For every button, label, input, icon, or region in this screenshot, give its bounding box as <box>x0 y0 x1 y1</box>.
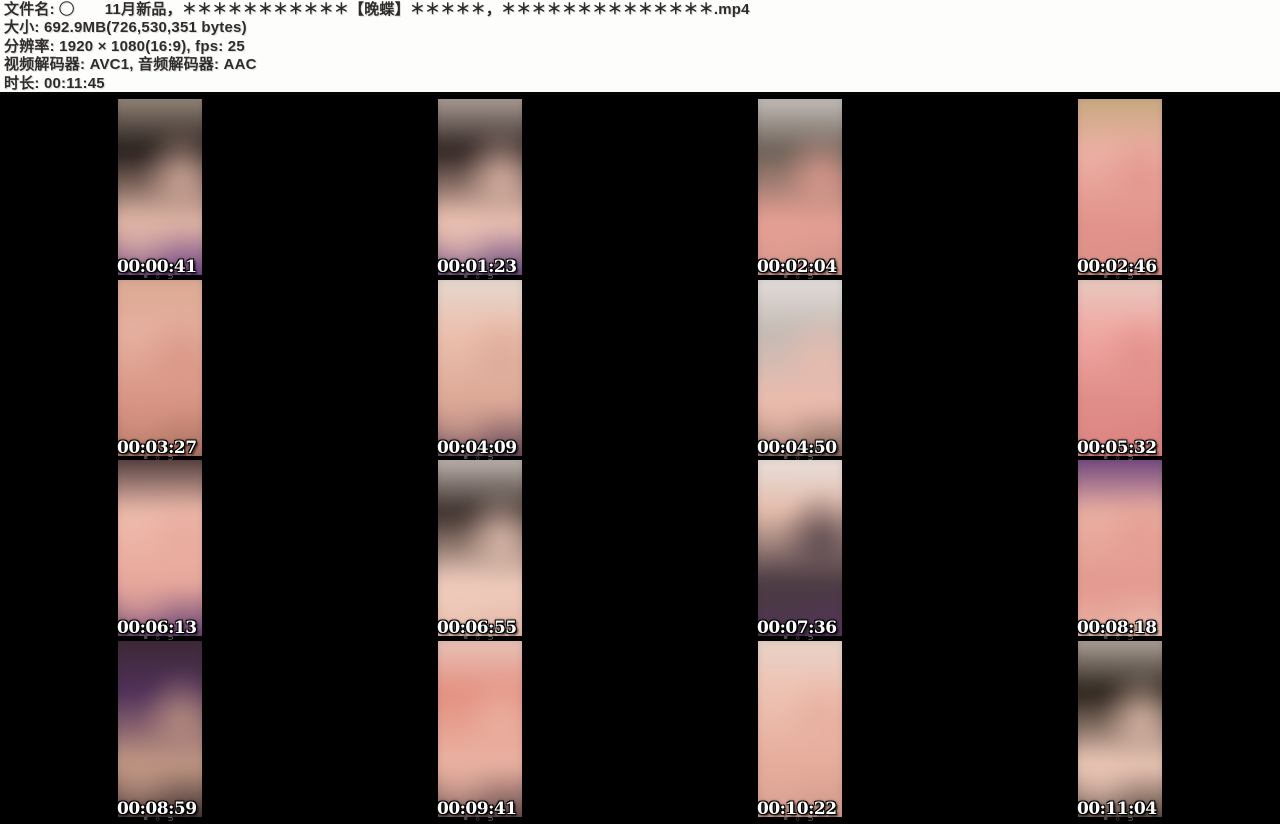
duration-line: 时长: 00:11:45 <box>4 75 1280 93</box>
video-frame-thumbnail: 00:05:32≡ ○ ⊃ <box>1078 280 1162 456</box>
frame-placeholder-art <box>118 280 202 456</box>
video-frame-thumbnail: 00:00:41≡ ○ ⊃ <box>118 99 202 275</box>
video-frame-thumbnail: 00:02:46≡ ○ ⊃ <box>1078 99 1162 275</box>
frame-placeholder-art <box>1078 641 1162 817</box>
thumbnail-cell: 00:03:27≡ ○ ⊃ <box>0 279 320 460</box>
video-frame-thumbnail: 00:01:23≡ ○ ⊃ <box>438 99 522 275</box>
video-frame-thumbnail: 00:06:13≡ ○ ⊃ <box>118 460 202 636</box>
frame-placeholder-art <box>758 280 842 456</box>
thumbnail-cell: 00:08:59≡ ○ ⊃ <box>0 640 320 821</box>
frame-placeholder-art <box>758 460 842 636</box>
video-frame-thumbnail: 00:03:27≡ ○ ⊃ <box>118 280 202 456</box>
frame-placeholder-art <box>118 460 202 636</box>
video-frame-thumbnail: 00:06:55≡ ○ ⊃ <box>438 460 522 636</box>
thumbnail-cell: 00:02:04≡ ○ ⊃ <box>640 98 960 279</box>
video-frame-thumbnail: 00:08:18≡ ○ ⊃ <box>1078 460 1162 636</box>
thumbnail-cell: 00:04:09≡ ○ ⊃ <box>320 279 640 460</box>
codec-line: 视频解码器: AVC1, 音频解码器: AAC <box>4 56 1280 74</box>
filesize-line: 大小: 692.9MB(726,530,351 bytes) <box>4 19 1280 37</box>
video-frame-thumbnail: 00:02:04≡ ○ ⊃ <box>758 99 842 275</box>
frame-placeholder-art <box>438 641 522 817</box>
frame-placeholder-art <box>1078 280 1162 456</box>
thumbnail-cell: 00:08:18≡ ○ ⊃ <box>960 459 1280 640</box>
thumbnail-cell: 00:02:46≡ ○ ⊃ <box>960 98 1280 279</box>
frame-placeholder-art <box>1078 460 1162 636</box>
frame-placeholder-art <box>118 641 202 817</box>
thumbnail-cell: 00:07:36≡ ○ ⊃ <box>640 459 960 640</box>
thumbnail-cell: 00:09:41≡ ○ ⊃ <box>320 640 640 821</box>
thumbnail-cell: 00:06:13≡ ○ ⊃ <box>0 459 320 640</box>
resolution-line: 分辨率: 1920 × 1080(16:9), fps: 25 <box>4 38 1280 56</box>
thumbnail-cell: 00:01:23≡ ○ ⊃ <box>320 98 640 279</box>
thumbnail-cell: 00:11:04≡ ○ ⊃ <box>960 640 1280 821</box>
frame-placeholder-art <box>758 99 842 275</box>
video-frame-thumbnail: 00:10:22≡ ○ ⊃ <box>758 641 842 817</box>
thumbnail-cell: 00:10:22≡ ○ ⊃ <box>640 640 960 821</box>
video-frame-thumbnail: 00:07:36≡ ○ ⊃ <box>758 460 842 636</box>
thumbnail-cell: 00:00:41≡ ○ ⊃ <box>0 98 320 279</box>
video-frame-thumbnail: 00:11:04≡ ○ ⊃ <box>1078 641 1162 817</box>
filename-line: 文件名: ◯ 11月新品，＊＊＊＊＊＊＊＊＊＊＊【晚蝶】＊＊＊＊＊，＊＊＊＊＊＊… <box>4 1 1280 19</box>
frame-placeholder-art <box>1078 99 1162 275</box>
frame-placeholder-art <box>438 99 522 275</box>
frame-placeholder-art <box>758 641 842 817</box>
file-info-header: 文件名: ◯ 11月新品，＊＊＊＊＊＊＊＊＊＊＊【晚蝶】＊＊＊＊＊，＊＊＊＊＊＊… <box>0 0 1280 95</box>
thumbnail-cell: 00:05:32≡ ○ ⊃ <box>960 279 1280 460</box>
video-frame-thumbnail: 00:04:09≡ ○ ⊃ <box>438 280 522 456</box>
thumbnail-cell: 00:04:50≡ ○ ⊃ <box>640 279 960 460</box>
frame-placeholder-art <box>438 280 522 456</box>
thumbnail-cell: 00:06:55≡ ○ ⊃ <box>320 459 640 640</box>
frame-placeholder-art <box>438 460 522 636</box>
video-frame-thumbnail: 00:09:41≡ ○ ⊃ <box>438 641 522 817</box>
frame-placeholder-art <box>118 99 202 275</box>
thumbnail-grid: 00:00:41≡ ○ ⊃00:01:23≡ ○ ⊃00:02:04≡ ○ ⊃0… <box>0 98 1280 820</box>
video-frame-thumbnail: 00:04:50≡ ○ ⊃ <box>758 280 842 456</box>
video-frame-thumbnail: 00:08:59≡ ○ ⊃ <box>118 641 202 817</box>
